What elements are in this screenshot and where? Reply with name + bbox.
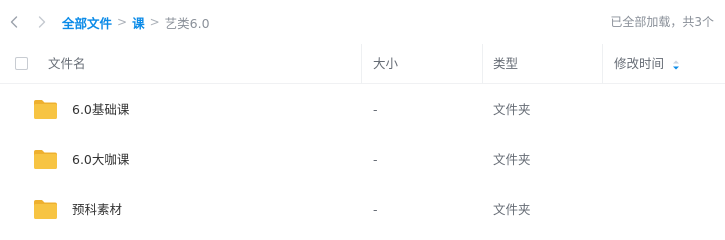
file-name-link[interactable]: 预科素材 (72, 185, 122, 235)
breadcrumb-root-link[interactable]: 全部文件 (62, 13, 112, 32)
file-type: 文件夹 (493, 102, 531, 117)
file-type: 文件夹 (493, 202, 531, 217)
column-header-type[interactable]: 类型 (493, 44, 518, 84)
chevron-right-icon (38, 16, 46, 28)
file-size: - (373, 102, 378, 117)
load-status-text: 已全部加载，共3个 (610, 15, 714, 29)
chevron-left-icon (10, 16, 18, 28)
table-row[interactable]: 6.0基础课 - 文件夹 (0, 85, 725, 135)
breadcrumb-separator: > (149, 15, 160, 29)
column-header-mtime[interactable]: 修改时间 (614, 44, 664, 84)
breadcrumb-separator: > (117, 15, 128, 29)
file-size: - (373, 152, 378, 167)
column-header-size[interactable]: 大小 (373, 44, 398, 84)
column-divider (602, 44, 603, 84)
breadcrumb-current: 艺类6.0 (164, 15, 210, 31)
sort-desc-icon[interactable] (672, 60, 680, 70)
column-divider (361, 44, 362, 84)
folder-icon (34, 150, 57, 169)
file-name-link[interactable]: 6.0大咖课 (72, 135, 129, 185)
back-button[interactable] (6, 13, 22, 31)
file-name-link[interactable]: 6.0基础课 (72, 85, 129, 135)
breadcrumb-level1-link[interactable]: 课 (132, 13, 145, 32)
file-size: - (373, 202, 378, 217)
column-header-name[interactable]: 文件名 (48, 44, 86, 84)
folder-icon (34, 200, 57, 219)
table-row[interactable]: 6.0大咖课 - 文件夹 (0, 135, 725, 185)
toolbar: 全部文件 > 课 > 艺类6.0 已全部加载，共3个 (0, 0, 725, 44)
table-row[interactable]: 预科素材 - 文件夹 (0, 185, 725, 235)
file-type: 文件夹 (493, 152, 531, 167)
folder-icon (34, 100, 57, 119)
breadcrumb: 全部文件 > 课 > 艺类6.0 (62, 13, 210, 31)
table-header: 文件名 大小 类型 修改时间 (0, 44, 725, 84)
column-divider (482, 44, 483, 84)
select-all-checkbox[interactable] (15, 57, 28, 70)
forward-button[interactable] (34, 13, 50, 31)
